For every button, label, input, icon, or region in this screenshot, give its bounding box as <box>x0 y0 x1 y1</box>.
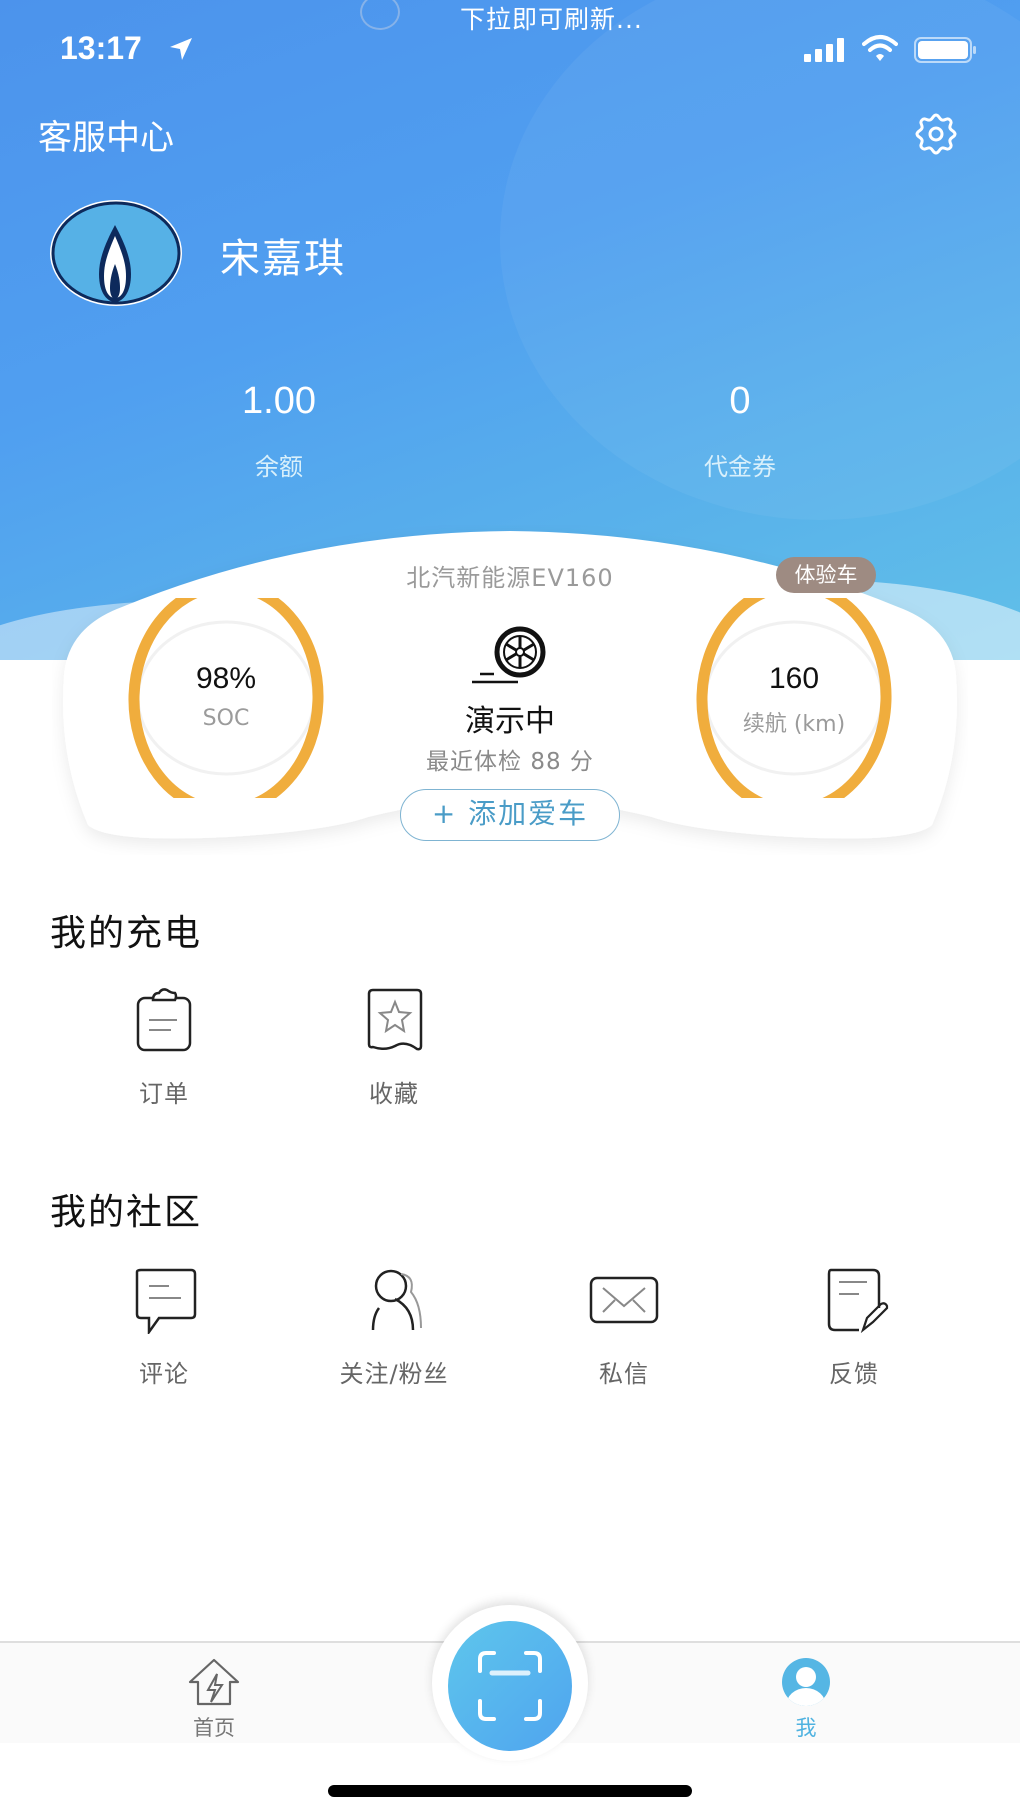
status-time: 13:17 <box>60 30 142 66</box>
tab-home-label: 首页 <box>193 1716 235 1740</box>
wheel-icon <box>472 626 546 684</box>
gear-icon[interactable] <box>912 110 960 158</box>
pull-to-refresh: 下拉即可刷新... <box>0 0 1020 34</box>
orders-item[interactable]: 订单 <box>64 988 264 1109</box>
favorites-label: 收藏 <box>369 1080 419 1108</box>
tab-me[interactable]: 我 <box>746 1658 866 1742</box>
feedback-edit-icon <box>827 1268 889 1334</box>
voucher-stat[interactable]: 0 代金券 <box>620 380 860 482</box>
balance-stat[interactable]: 1.00 余额 <box>159 380 399 482</box>
comments-item[interactable]: 评论 <box>64 1268 264 1389</box>
tab-me-label: 我 <box>795 1716 817 1740</box>
my-community-title: 我的社区 <box>50 1192 203 1233</box>
wifi-icon <box>862 35 898 61</box>
health-score: 最近体检 88 分 <box>426 749 594 775</box>
home-bolt-icon <box>188 1658 240 1706</box>
soc-value: 98% <box>195 662 257 695</box>
messages-label: 私信 <box>599 1360 649 1388</box>
range-value: 160 <box>768 662 820 695</box>
status-bar: 13:17 <box>0 28 1020 72</box>
signal-icon <box>804 38 844 62</box>
voucher-value: 0 <box>729 380 751 422</box>
home-indicator <box>328 1785 692 1797</box>
scan-icon <box>478 1651 542 1721</box>
feedback-item[interactable]: 反馈 <box>754 1268 954 1389</box>
orders-label: 订单 <box>139 1080 189 1108</box>
add-car-button[interactable]: + 添加爱车 <box>400 789 620 841</box>
follow-fans-item[interactable]: 关注/粉丝 <box>294 1268 494 1389</box>
balance-value: 1.00 <box>242 380 316 422</box>
favorites-item[interactable]: 收藏 <box>294 988 494 1109</box>
trial-car-badge: 体验车 <box>776 557 876 593</box>
messages-item[interactable]: 私信 <box>524 1268 724 1389</box>
voucher-label: 代金券 <box>704 453 776 481</box>
clipboard-icon <box>136 988 192 1052</box>
user-icon <box>782 1658 830 1706</box>
users-icon <box>371 1269 422 1331</box>
envelope-icon <box>589 1276 659 1324</box>
scan-button[interactable] <box>448 1621 572 1751</box>
comment-icon <box>135 1268 197 1334</box>
battery-icon <box>914 37 976 63</box>
star-bookmark-icon <box>367 988 423 1051</box>
refresh-spinner-icon <box>360 0 400 30</box>
feedback-label: 反馈 <box>829 1360 879 1388</box>
customer-service-link[interactable]: 客服中心 <box>38 110 174 159</box>
my-charging-title: 我的充电 <box>50 913 203 954</box>
location-arrow-icon <box>170 38 192 60</box>
avatar[interactable] <box>48 198 184 308</box>
comments-label: 评论 <box>139 1360 189 1388</box>
follow-fans-label: 关注/粉丝 <box>339 1360 449 1388</box>
tab-home[interactable]: 首页 <box>154 1658 274 1742</box>
balance-label: 余额 <box>255 453 303 481</box>
username: 宋嘉琪 <box>220 236 346 282</box>
car-status: 演示中 <box>465 704 555 739</box>
